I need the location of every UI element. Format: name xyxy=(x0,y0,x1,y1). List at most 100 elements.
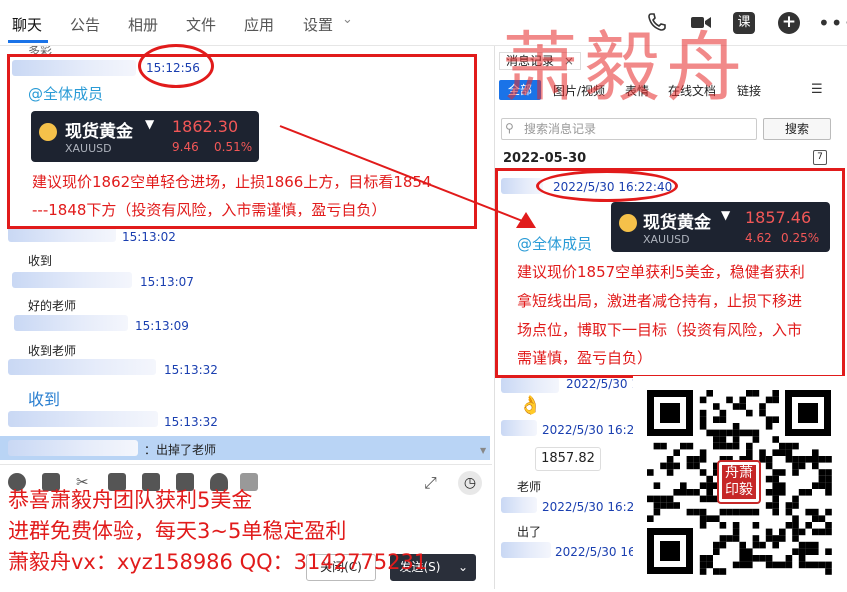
qr-module xyxy=(732,436,740,443)
qr-module xyxy=(785,522,793,529)
qr-module xyxy=(706,495,713,503)
qr-module xyxy=(666,502,674,509)
expand-icon[interactable]: ⤢ xyxy=(424,473,437,493)
qr-module xyxy=(719,416,727,423)
message-time: 15:13:02 xyxy=(122,230,176,244)
qr-module xyxy=(779,535,786,542)
tab-settings[interactable]: 设置 xyxy=(303,14,333,35)
qr-module xyxy=(752,508,760,516)
qr-module xyxy=(792,462,799,470)
qr-module xyxy=(739,508,746,516)
history-entry-text: 老师 xyxy=(517,480,542,494)
qr-module xyxy=(825,456,832,463)
qr-module xyxy=(798,489,806,496)
qr-module xyxy=(746,555,753,562)
qr-module xyxy=(726,508,733,516)
qr-module xyxy=(785,561,793,569)
qr-module xyxy=(732,535,740,542)
qr-module xyxy=(746,429,753,437)
qr-module xyxy=(825,469,832,476)
qr-module xyxy=(732,423,740,430)
qr-module xyxy=(792,495,799,503)
qr-module xyxy=(785,456,793,463)
qr-module xyxy=(666,462,674,470)
sender-name-blurred xyxy=(12,272,132,288)
qr-module xyxy=(812,541,819,549)
qr-module xyxy=(765,396,773,404)
tab-album[interactable]: 相册 xyxy=(128,14,158,35)
qr-module xyxy=(660,495,667,503)
qr-module xyxy=(759,403,766,410)
qr-module xyxy=(706,561,713,569)
qr-module xyxy=(686,462,694,470)
settings-chevron-icon[interactable]: ⌄ xyxy=(342,12,353,27)
qr-module xyxy=(818,482,826,489)
qr-module xyxy=(772,416,779,423)
qr-module xyxy=(779,561,786,569)
qr-module xyxy=(779,442,786,450)
qr-module xyxy=(779,449,786,456)
qr-module xyxy=(818,515,826,522)
qr-module xyxy=(680,482,687,489)
qr-module xyxy=(825,561,832,569)
qr-module xyxy=(719,508,727,516)
qr-module xyxy=(660,442,667,450)
qr-module xyxy=(673,502,680,509)
qr-module xyxy=(693,462,700,470)
qr-module xyxy=(699,522,707,529)
tab-apps[interactable]: 应用 xyxy=(244,14,274,35)
qr-module xyxy=(653,482,661,489)
qr-module xyxy=(726,442,733,450)
qr-module xyxy=(647,515,654,522)
message-time: 15:13:32 xyxy=(164,363,218,377)
filter-icon[interactable]: ☰ xyxy=(811,82,823,97)
history-search-button[interactable]: 搜索 xyxy=(763,118,831,140)
seal-text: 舟萧印毅 xyxy=(722,465,756,499)
qr-module xyxy=(772,482,779,489)
qr-module xyxy=(647,469,654,476)
annotation-oval-right xyxy=(536,170,678,202)
qr-module xyxy=(772,436,779,443)
qr-module xyxy=(759,555,766,562)
qr-module xyxy=(812,515,819,522)
qr-module xyxy=(825,528,832,536)
system-notice-text: ：出掉了老师 xyxy=(144,443,217,457)
qr-module xyxy=(765,416,773,423)
qr-module xyxy=(699,561,707,569)
promo-line2: 进群免费体验，每天3~5单稳定盈利 xyxy=(8,519,347,543)
qr-module xyxy=(792,522,799,529)
qr-module xyxy=(739,429,746,437)
qr-module xyxy=(686,489,694,496)
message-text: 收到 xyxy=(28,390,61,409)
qr-module xyxy=(765,561,773,569)
more-icon[interactable]: ••• xyxy=(818,12,847,34)
qr-module xyxy=(825,489,832,496)
qr-module xyxy=(666,456,674,463)
sender-name-blurred xyxy=(501,377,559,393)
tab-announcement[interactable]: 公告 xyxy=(70,14,100,35)
qr-module xyxy=(805,548,812,555)
qr-module xyxy=(792,535,799,542)
qr-module xyxy=(699,469,707,476)
qr-module xyxy=(798,528,806,536)
calendar-picker-icon[interactable]: 7 xyxy=(813,150,827,165)
qr-module xyxy=(765,423,773,430)
qr-code[interactable]: 舟萧印毅 xyxy=(633,376,845,588)
qr-module xyxy=(699,449,707,456)
qr-module xyxy=(825,548,832,555)
qr-module xyxy=(772,502,779,509)
history-entry-time: 2022/5/30 16: xyxy=(555,545,640,559)
message-time: 15:13:09 xyxy=(135,319,189,333)
qr-module xyxy=(812,528,819,536)
tab-files[interactable]: 文件 xyxy=(186,14,216,35)
qr-module xyxy=(772,475,779,483)
sender-name-blurred xyxy=(8,359,156,375)
history-clock-icon[interactable]: ◷ xyxy=(458,471,482,495)
tab-chat[interactable]: 聊天 xyxy=(12,14,42,35)
message-time: 15:13:07 xyxy=(140,275,194,289)
add-icon[interactable]: + xyxy=(778,12,800,34)
scroll-down-icon[interactable]: ▼ xyxy=(480,446,486,455)
history-entry-time: 2022/5/30 16:23 xyxy=(542,500,642,514)
qr-module xyxy=(713,515,720,522)
send-options-chevron-icon[interactable]: ⌄ xyxy=(450,554,476,581)
